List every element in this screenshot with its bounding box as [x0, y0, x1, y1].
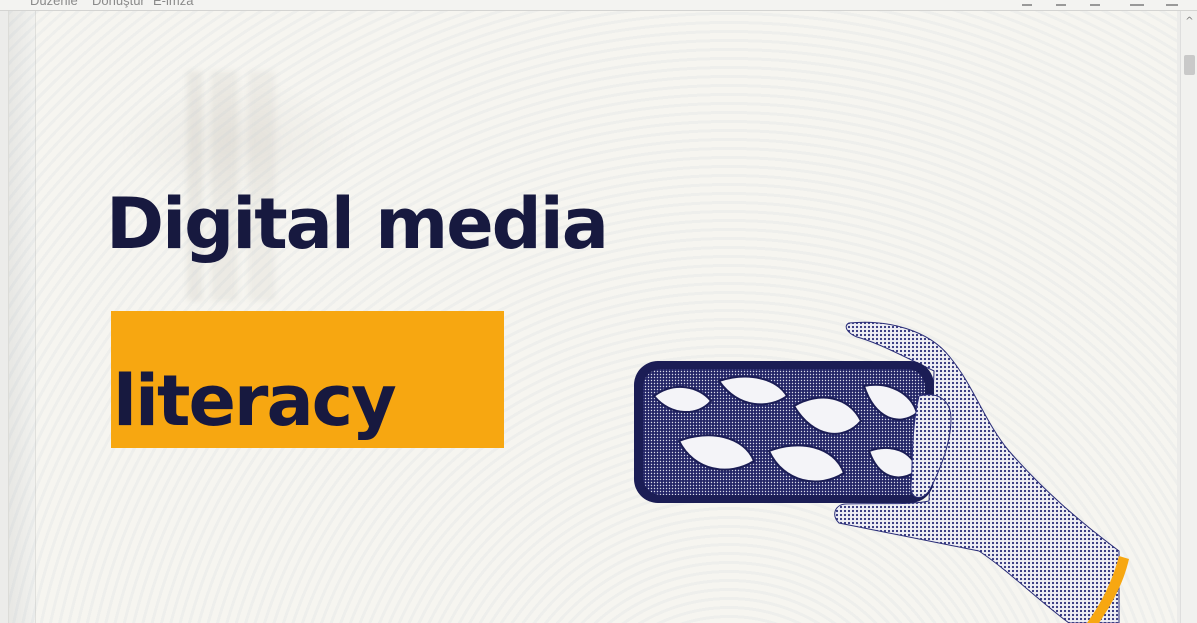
scroll-up-arrow-icon[interactable]: ^	[1185, 17, 1194, 27]
print-icon[interactable]	[1130, 0, 1144, 6]
slide-title-line-1: Digital media	[106, 183, 609, 265]
menu-edit[interactable]: Düzenle	[30, 0, 78, 8]
slide-title-line-2: literacy	[113, 360, 397, 442]
pointer-icon[interactable]	[1056, 0, 1066, 6]
search-icon[interactable]	[1090, 0, 1100, 6]
user-icon[interactable]	[1166, 0, 1178, 6]
vertical-scrollbar[interactable]: ^	[1180, 11, 1197, 623]
scroll-thumb[interactable]	[1184, 55, 1195, 75]
share-icon[interactable]	[1022, 0, 1032, 6]
document-viewer: Düzenle Dönüştür E-imza Digital media li…	[0, 0, 1197, 623]
menu-convert[interactable]: Dönüştür	[92, 0, 145, 8]
menu-bar: Düzenle Dönüştür E-imza	[0, 0, 1197, 11]
page-margin	[9, 11, 36, 623]
hand-holding-phone-illustration	[634, 321, 1129, 623]
slide-page: Digital media literacy	[8, 11, 1177, 623]
menu-esign[interactable]: E-imza	[153, 0, 193, 8]
